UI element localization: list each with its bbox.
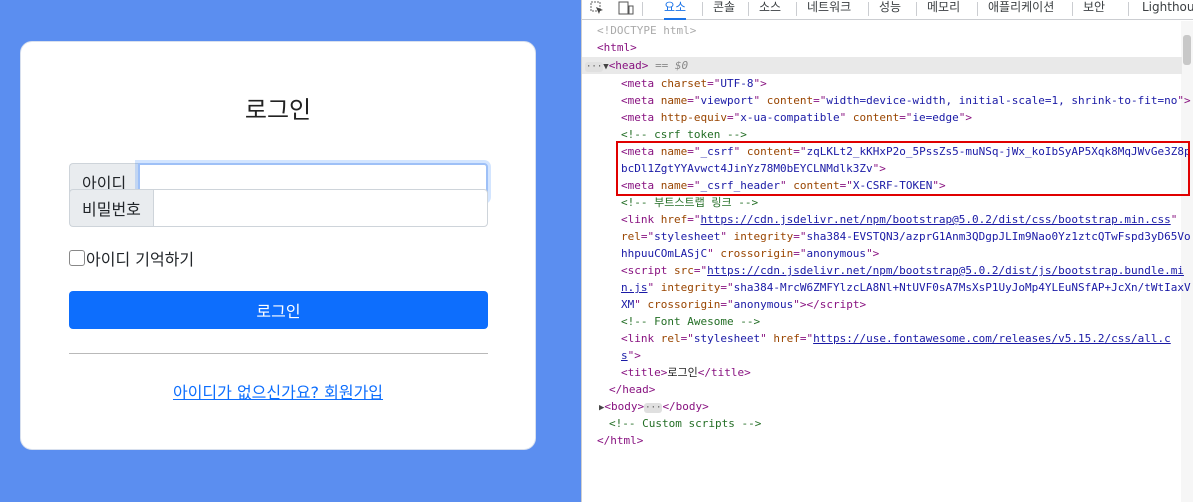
tab-separator: [642, 2, 643, 16]
dom-line-title[interactable]: <title>로그인</title>: [621, 364, 751, 381]
dom-line-comment-custom[interactable]: <!-- Custom scripts -->: [609, 415, 761, 432]
dom-line-head-open[interactable]: ···▼<head> == $0: [585, 57, 688, 76]
inspect-element-icon[interactable]: [590, 1, 604, 19]
tab-performance[interactable]: 성능: [879, 0, 901, 20]
csrf-highlight-box: [616, 141, 1190, 196]
tab-separator: [916, 2, 917, 16]
tab-separator: [748, 2, 749, 16]
dom-line-link-fontawesome-cont[interactable]: s">: [621, 347, 641, 364]
login-card: 로그인 아이디 비밀번호 아이디 기억하기 로그인 아이디가 없으신가요? 회원…: [20, 41, 536, 450]
dom-line-link-fontawesome[interactable]: <link rel="stylesheet" href="https://use…: [621, 330, 1171, 347]
devtools-tab-bar: 요소 콘솔 소스 네트워크 성능 메모리 애플리케이션 보안 Lighthous…: [582, 0, 1193, 20]
dom-line-html-close[interactable]: </html>: [597, 432, 643, 449]
dom-line-link-bootstrap-cont[interactable]: rel="stylesheet" integrity="sha384-EVSTQ…: [621, 228, 1191, 245]
tab-security[interactable]: 보안: [1083, 0, 1105, 20]
dom-line-meta-charset[interactable]: <meta charset="UTF-8">: [621, 75, 767, 92]
remember-id-checkbox[interactable]: [69, 250, 85, 266]
dom-line-html-open[interactable]: <html>: [597, 39, 637, 56]
dom-line-script-bootstrap-cont[interactable]: n.js" integrity="sha384-MrcW6ZMFYlzcLA8N…: [621, 279, 1191, 296]
remember-id-label: 아이디 기억하기: [86, 250, 195, 269]
more-icon[interactable]: ···: [644, 403, 663, 413]
devtools-panel: 요소 콘솔 소스 네트워크 성능 메모리 애플리케이션 보안 Lighthous…: [581, 0, 1193, 502]
dom-line-head-close[interactable]: </head>: [609, 381, 655, 398]
dom-line-link-bootstrap[interactable]: <link href="https://cdn.jsdelivr.net/npm…: [621, 211, 1177, 228]
device-toolbar-icon[interactable]: [618, 1, 634, 19]
password-label: 비밀번호: [69, 189, 153, 227]
dom-line-comment-fontawesome[interactable]: <!-- Font Awesome -->: [621, 313, 760, 330]
tab-lighthouse[interactable]: Lighthouse: [1142, 0, 1193, 20]
dom-line-script-bootstrap[interactable]: <script src="https://cdn.jsdelivr.net/np…: [621, 262, 1184, 279]
dom-line-script-bootstrap-cont2[interactable]: XM" crossorigin="anonymous"></script>: [621, 296, 866, 313]
more-icon[interactable]: ···: [585, 62, 604, 72]
dom-line-link-bootstrap-cont2[interactable]: hhpuuCOmLASjC" crossorigin="anonymous">: [621, 245, 879, 262]
tab-application[interactable]: 애플리케이션: [988, 0, 1054, 20]
tab-network[interactable]: 네트워크: [807, 0, 851, 20]
login-page: 로그인 아이디 비밀번호 아이디 기억하기 로그인 아이디가 없으신가요? 회원…: [0, 0, 581, 502]
divider: [69, 353, 488, 354]
dom-line-comment-bootstrap[interactable]: <!-- 부트스트랩 링크 -->: [621, 194, 758, 211]
page-title: 로그인: [244, 96, 312, 124]
signup-link[interactable]: 아이디가 없으신가요? 회원가입: [21, 379, 535, 403]
tab-separator: [977, 2, 978, 16]
tab-separator: [1072, 2, 1073, 16]
password-input[interactable]: [152, 189, 488, 227]
tab-separator: [1128, 2, 1129, 16]
tab-separator: [868, 2, 869, 16]
tab-separator: [702, 2, 703, 16]
login-button[interactable]: 로그인: [69, 291, 488, 329]
password-group: 비밀번호: [69, 189, 488, 227]
tab-separator: [796, 2, 797, 16]
dom-line-meta-http-equiv[interactable]: <meta http-equiv="x-ua-compatible" conte…: [621, 109, 972, 126]
tab-sources[interactable]: 소스: [759, 0, 781, 20]
tab-elements[interactable]: 요소: [664, 0, 687, 20]
tab-console[interactable]: 콘솔: [713, 0, 735, 20]
tab-memory[interactable]: 메모리: [927, 0, 960, 20]
remember-id-checkbox-row[interactable]: 아이디 기억하기: [69, 246, 194, 270]
dom-line-doctype[interactable]: <!DOCTYPE html>: [597, 22, 696, 39]
scrollbar-thumb[interactable]: [1183, 35, 1191, 65]
dom-line-meta-viewport[interactable]: <meta name="viewport" content="width=dev…: [621, 92, 1191, 109]
